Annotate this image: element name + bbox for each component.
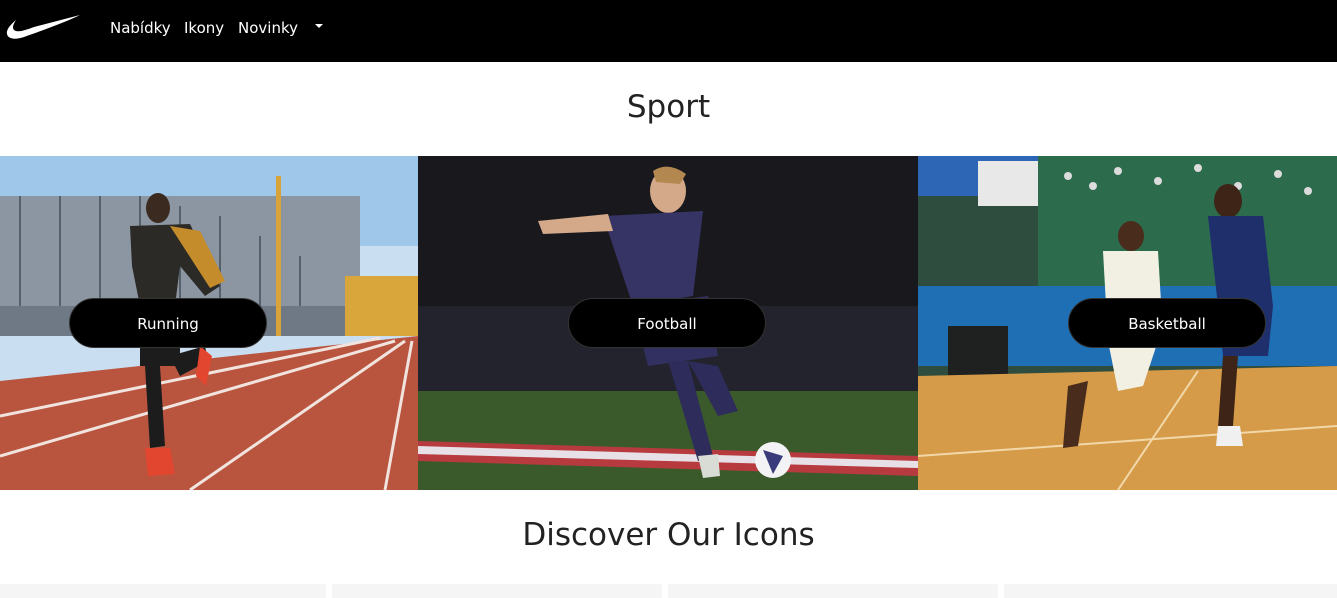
nav-link-novinky[interactable]: Novinky bbox=[238, 18, 298, 38]
nav-link-ikony[interactable]: Ikony bbox=[184, 18, 224, 38]
icon-card[interactable] bbox=[1004, 584, 1337, 598]
top-navbar: Nabídky Ikony Novinky bbox=[0, 0, 1337, 62]
nav-link-nabidky[interactable]: Nabídky bbox=[110, 18, 171, 38]
sport-tile-football[interactable]: Football bbox=[418, 156, 918, 490]
swoosh-logo-icon[interactable] bbox=[6, 12, 82, 42]
sport-tile-running[interactable]: Running bbox=[0, 156, 418, 490]
basketball-button[interactable]: Basketball bbox=[1068, 298, 1266, 348]
icons-section-title: Discover Our Icons bbox=[522, 517, 815, 553]
running-button[interactable]: Running bbox=[69, 298, 267, 348]
caret-down-icon[interactable] bbox=[315, 24, 323, 28]
icon-card[interactable] bbox=[668, 584, 998, 598]
football-button[interactable]: Football bbox=[568, 298, 766, 348]
icon-card[interactable] bbox=[332, 584, 662, 598]
sport-tile-basketball[interactable]: Basketball bbox=[918, 156, 1337, 490]
icon-card[interactable] bbox=[0, 584, 326, 598]
sport-section-title: Sport bbox=[626, 89, 711, 125]
